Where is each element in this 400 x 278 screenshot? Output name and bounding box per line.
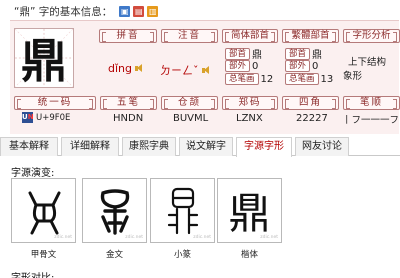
simplified-radical-tag: 简体部首	[222, 29, 278, 43]
character-glyph: 鼎	[21, 34, 67, 88]
radical-label: 部首	[285, 47, 311, 60]
four-corner-value: 22227	[296, 113, 328, 124]
regular-script-glyph: 鼎 zdic.net	[217, 178, 282, 243]
traditional-radical[interactable]: 鼎	[312, 46, 322, 61]
tab-discussion[interactable]: 网友讨论	[295, 137, 349, 156]
zhuyin-tag: 注音	[161, 29, 218, 43]
radical-label: 部首	[225, 47, 251, 60]
header-title: “鼎” 字的基本信息：	[14, 5, 113, 18]
wubi-tag: 五笔	[100, 96, 157, 110]
tab-basic[interactable]: 基本解释	[0, 137, 58, 156]
print-icon[interactable]: ▤	[133, 5, 145, 17]
pinyin-value[interactable]: dǐng	[108, 62, 144, 75]
small-seal-label: 小篆	[173, 250, 191, 260]
bronze-label: 金文	[105, 250, 123, 260]
four-corner-tag: 四角	[282, 96, 339, 110]
unicode-value: U+9F0E	[36, 113, 71, 123]
bronze-glyph: zdic.net	[82, 178, 147, 243]
card-watermark: zdic.net	[54, 235, 72, 240]
small-seal-glyph: zdic.net	[150, 178, 215, 243]
traditional-radical-row: 部首 鼎	[285, 46, 322, 61]
speaker-icon[interactable]	[135, 64, 144, 73]
traditional-strokes: 13	[320, 73, 334, 85]
simplified-radical[interactable]: 鼎	[252, 46, 262, 61]
simplified-outside-row: 部外 0	[225, 60, 258, 72]
tab-bar: 基本解释 详细解释 康熙字典 说文解字 字源字形 网友讨论	[0, 137, 400, 157]
tab-detailed[interactable]: 详细解释	[61, 137, 119, 156]
traditional-outside: 0	[312, 60, 319, 72]
character-grid: 鼎	[14, 28, 74, 88]
zhuyin-value[interactable]: ㄉㄧㄥˇ	[160, 62, 211, 78]
simplified-radical-row: 部首 鼎	[225, 46, 262, 61]
card-watermark: zdic.net	[260, 235, 278, 240]
tab-kangxi[interactable]: 康熙字典	[122, 137, 176, 156]
share-icon[interactable]: ▥	[147, 5, 159, 17]
comparison-title: 字形对比:	[11, 269, 54, 278]
stroke-order-value: 丨フ一一一フ	[342, 115, 400, 126]
oracle-bone-label: 甲骨文	[30, 250, 57, 260]
radical-outside-label: 部外	[285, 60, 311, 72]
zhengma-tag: 郑码	[222, 96, 278, 110]
total-strokes-label: 总笔画	[225, 73, 259, 85]
tab-shuowen[interactable]: 说文解字	[179, 137, 233, 156]
regular-script-label: 楷体	[240, 250, 258, 260]
regular-script-char: 鼎	[228, 189, 271, 238]
card-watermark: zdic.net	[125, 235, 143, 240]
formation-value: 象形	[343, 71, 363, 82]
unicode-logo-icon: UN	[22, 112, 34, 123]
card-watermark: zdic.net	[193, 235, 211, 240]
image-icon[interactable]: ▣	[119, 5, 131, 17]
info-header: “鼎” 字的基本信息： ▣ ▤ ▥	[14, 3, 159, 19]
wubi-value: HNDN	[113, 113, 144, 124]
pinyin-text: dǐng	[108, 62, 132, 75]
traditional-outside-row: 部外 0	[285, 60, 318, 72]
cangjie-value: BUVML	[173, 113, 209, 124]
zhuyin-text: ㄉㄧㄥˇ	[160, 64, 199, 77]
oracle-bone-glyph: zdic.net	[11, 178, 76, 243]
traditional-strokes-row: 总笔画 13	[285, 73, 333, 85]
pinyin-tag: 拼音	[99, 29, 157, 43]
radical-outside-label: 部外	[225, 60, 251, 72]
unicode-tag: 统一码	[14, 96, 96, 110]
stroke-order-tag: 笔顺	[343, 96, 400, 110]
traditional-radical-tag: 繁體部首	[282, 29, 339, 43]
simplified-strokes-row: 总笔画 12	[225, 73, 273, 85]
evolution-title: 字源演变:	[11, 168, 55, 179]
total-strokes-label: 总笔画	[285, 73, 319, 85]
simplified-outside: 0	[252, 60, 259, 72]
zhengma-value: LZNX	[236, 113, 263, 124]
tab-etymology[interactable]: 字源字形	[236, 137, 292, 157]
analysis-tag: 字形分析	[343, 29, 400, 43]
cangjie-tag: 仓颉	[161, 96, 218, 110]
simplified-strokes: 12	[260, 73, 274, 85]
speaker-icon[interactable]	[201, 65, 211, 75]
structure-value: 上下结构	[348, 57, 387, 68]
